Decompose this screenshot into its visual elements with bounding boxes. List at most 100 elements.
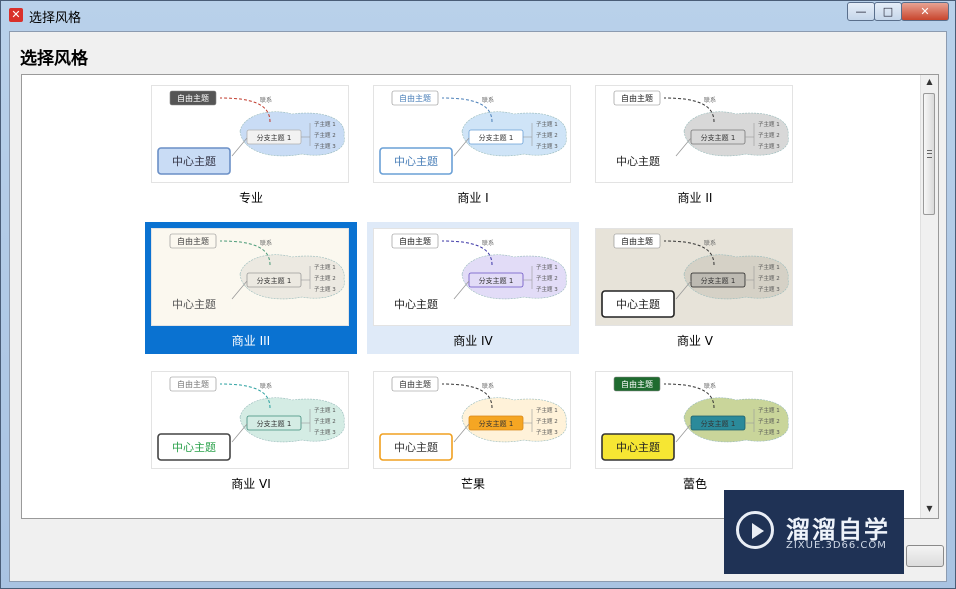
svg-text:自由主题: 自由主题 <box>177 236 209 246</box>
svg-text:子主题 3: 子主题 3 <box>536 428 558 436</box>
svg-text:自由主题: 自由主题 <box>177 379 209 389</box>
theme-preview-image: 自由主题 联系分支主题 1 子主题 1 子主题 2 子主题 3 中心主题 <box>595 228 793 326</box>
close-button[interactable]: ✕ <box>901 2 949 21</box>
watermark-url: ZIXUE.3D66.COM <box>786 540 887 551</box>
svg-text:子主题 2: 子主题 2 <box>314 274 336 282</box>
svg-text:中心主题: 中心主题 <box>172 441 216 454</box>
theme-tile[interactable]: 自由主题 联系 分支主题 1 子主题 1 子主题 2 子主题 3 中心主题 商业 VI <box>145 365 357 497</box>
theme-preview-image: 自由主题 联系 分支主题 1 子主题 1 子主题 2 子主题 3 中心主题 <box>151 371 349 469</box>
theme-tile[interactable]: 自由主题 联系 分支主题 1 子主题 1 子主题 2 子主题 3 中心主题 芒果 <box>367 365 579 497</box>
theme-label: 商业 I <box>457 191 489 205</box>
vertical-scrollbar[interactable]: ▲ ▼ <box>920 75 938 518</box>
svg-text:子主题 3: 子主题 3 <box>758 285 780 293</box>
theme-label: 商业 II <box>677 191 713 205</box>
theme-tile[interactable]: 自由主题 联系分支主题 1 子主题 1 子主题 2 子主题 3 中心主题商业 II <box>589 79 801 211</box>
dialog-button-partial[interactable] <box>906 545 944 567</box>
grip-icon <box>927 150 932 158</box>
svg-text:联系: 联系 <box>260 96 272 104</box>
theme-tile[interactable]: 自由主题 联系 分支主题 1 子主题 1 子主题 2 子主题 3 中心主题 专业 <box>145 79 357 211</box>
theme-preview-image: 自由主题 联系分支主题 1 子主题 1 子主题 2 子主题 3 中心主题 <box>151 85 349 183</box>
svg-text:子主题 1: 子主题 1 <box>758 263 780 271</box>
scroll-down-arrow-icon[interactable]: ▼ <box>923 504 936 516</box>
scroll-thumb[interactable] <box>923 93 935 215</box>
theme-preview-image: 自由主题 联系分支主题 1 子主题 1 子主题 2 子主题 3 中心主题 <box>151 228 349 326</box>
svg-text:联系: 联系 <box>704 382 716 390</box>
svg-text:自由主题: 自由主题 <box>621 93 653 103</box>
svg-text:分支主题 1: 分支主题 1 <box>257 133 292 142</box>
scroll-up-arrow-icon[interactable]: ▲ <box>923 77 936 89</box>
theme-tile[interactable]: 自由主题 联系 分支主题 1 子主题 1 子主题 2 子主题 3 中心主题 商业 I <box>367 79 579 211</box>
theme-tile[interactable]: 自由主题 联系分支主题 1 子主题 1 子主题 2 子主题 3 中心主题商业 III <box>145 222 357 354</box>
svg-text:子主题 3: 子主题 3 <box>758 428 780 436</box>
theme-tile[interactable]: 自由主题 联系分支主题 1 子主题 1 子主题 2 子主题 3 中心主题商业 V <box>589 222 801 354</box>
svg-text:自由主题: 自由主题 <box>621 236 653 246</box>
svg-text:中心主题: 中心主题 <box>394 298 438 311</box>
svg-text:联系: 联系 <box>482 96 494 104</box>
svg-text:分支主题 1: 分支主题 1 <box>701 419 736 428</box>
maximize-button[interactable]: □ <box>874 2 902 21</box>
theme-tile[interactable]: 自由主题 联系 分支主题 1 子主题 1 子主题 2 子主题 3 中心主题 蕾色 <box>589 365 801 497</box>
svg-text:分支主题 1: 分支主题 1 <box>257 419 292 428</box>
theme-label: 商业 V <box>676 334 714 348</box>
svg-text:联系: 联系 <box>482 382 494 390</box>
svg-text:中心主题: 中心主题 <box>616 441 660 454</box>
svg-text:联系: 联系 <box>704 239 716 247</box>
svg-text:子主题 1: 子主题 1 <box>314 406 336 414</box>
svg-text:子主题 3: 子主题 3 <box>314 285 336 293</box>
svg-text:子主题 2: 子主题 2 <box>758 274 780 282</box>
theme-gallery[interactable]: 自由主题 联系 分支主题 1 子主题 1 子主题 2 子主题 3 中心主题 专业 自由主题 联系分… <box>21 74 939 519</box>
theme-tile[interactable]: 自由主题 联系 分支主题 1 子主题 1 子主题 2 子主题 3 中心主题 商业 IV <box>367 222 579 354</box>
theme-dialog-window: ✕ 选择风格 — □ ✕ 选择风格 自由主题 联系 分支主题 1 子主题 1 子主题 2… <box>0 0 956 589</box>
svg-text:子主题 1: 子主题 1 <box>536 263 558 271</box>
dialog-heading: 选择风格 <box>20 49 88 69</box>
svg-text:分支主题 1: 分支主题 1 <box>257 276 292 285</box>
xmind-x-icon: ✕ <box>9 8 23 22</box>
svg-text:子主题 3: 子主题 3 <box>536 285 558 293</box>
svg-text:分支主题 1: 分支主题 1 <box>479 133 514 142</box>
theme-label: 商业 III <box>231 334 271 348</box>
svg-text:子主题 3: 子主题 3 <box>314 142 336 150</box>
theme-preview-image: 自由主题 联系 分支主题 1 子主题 1 子主题 2 子主题 3 中心主题 <box>373 228 571 326</box>
svg-text:子主题 1: 子主题 1 <box>314 263 336 271</box>
title-bar: ✕ 选择风格 — □ ✕ <box>1 1 955 29</box>
svg-text:子主题 2: 子主题 2 <box>758 417 780 425</box>
svg-text:子主题 2: 子主题 2 <box>536 131 558 139</box>
svg-text:子主题 2: 子主题 2 <box>314 417 336 425</box>
svg-text:联系: 联系 <box>260 239 272 247</box>
svg-text:中心主题: 中心主题 <box>394 155 438 168</box>
minimize-button[interactable]: — <box>847 2 875 21</box>
svg-text:子主题 1: 子主题 1 <box>536 120 558 128</box>
svg-text:中心主题: 中心主题 <box>172 155 216 168</box>
watermark-overlay: 溜溜自学 ZIXUE.3D66.COM <box>724 490 904 574</box>
theme-label: 商业 VI <box>231 477 271 491</box>
svg-text:中心主题: 中心主题 <box>616 298 660 311</box>
theme-preview-image: 自由主题 联系 分支主题 1 子主题 1 子主题 2 子主题 3 中心主题 <box>373 371 571 469</box>
svg-text:自由主题: 自由主题 <box>399 236 431 246</box>
svg-text:子主题 1: 子主题 1 <box>758 406 780 414</box>
theme-preview-image: 自由主题 联系分支主题 1 子主题 1 子主题 2 子主题 3 中心主题 <box>595 85 793 183</box>
svg-text:子主题 1: 子主题 1 <box>314 120 336 128</box>
svg-text:自由主题: 自由主题 <box>177 93 209 103</box>
svg-text:子主题 3: 子主题 3 <box>758 142 780 150</box>
svg-text:分支主题 1: 分支主题 1 <box>479 276 514 285</box>
play-logo-icon <box>736 511 774 549</box>
svg-text:子主题 1: 子主题 1 <box>758 120 780 128</box>
svg-text:子主题 2: 子主题 2 <box>536 274 558 282</box>
svg-text:分支主题 1: 分支主题 1 <box>701 133 736 142</box>
svg-text:自由主题: 自由主题 <box>621 379 653 389</box>
theme-preview-image: 自由主题 联系分支主题 1 子主题 1 子主题 2 子主题 3 中心主题 <box>595 371 793 469</box>
svg-text:联系: 联系 <box>704 96 716 104</box>
svg-text:自由主题: 自由主题 <box>399 379 431 389</box>
svg-text:中心主题: 中心主题 <box>616 155 660 168</box>
svg-text:子主题 2: 子主题 2 <box>536 417 558 425</box>
svg-text:子主题 3: 子主题 3 <box>536 142 558 150</box>
theme-preview-image: 自由主题 联系 分支主题 1 子主题 1 子主题 2 子主题 3 中心主题 <box>373 85 571 183</box>
svg-text:子主题 2: 子主题 2 <box>758 131 780 139</box>
svg-text:分支主题 1: 分支主题 1 <box>701 276 736 285</box>
svg-text:子主题 2: 子主题 2 <box>314 131 336 139</box>
svg-text:中心主题: 中心主题 <box>394 441 438 454</box>
theme-label: 商业 IV <box>453 334 493 348</box>
svg-text:中心主题: 中心主题 <box>172 298 216 311</box>
svg-text:联系: 联系 <box>260 382 272 390</box>
svg-text:子主题 1: 子主题 1 <box>536 406 558 414</box>
